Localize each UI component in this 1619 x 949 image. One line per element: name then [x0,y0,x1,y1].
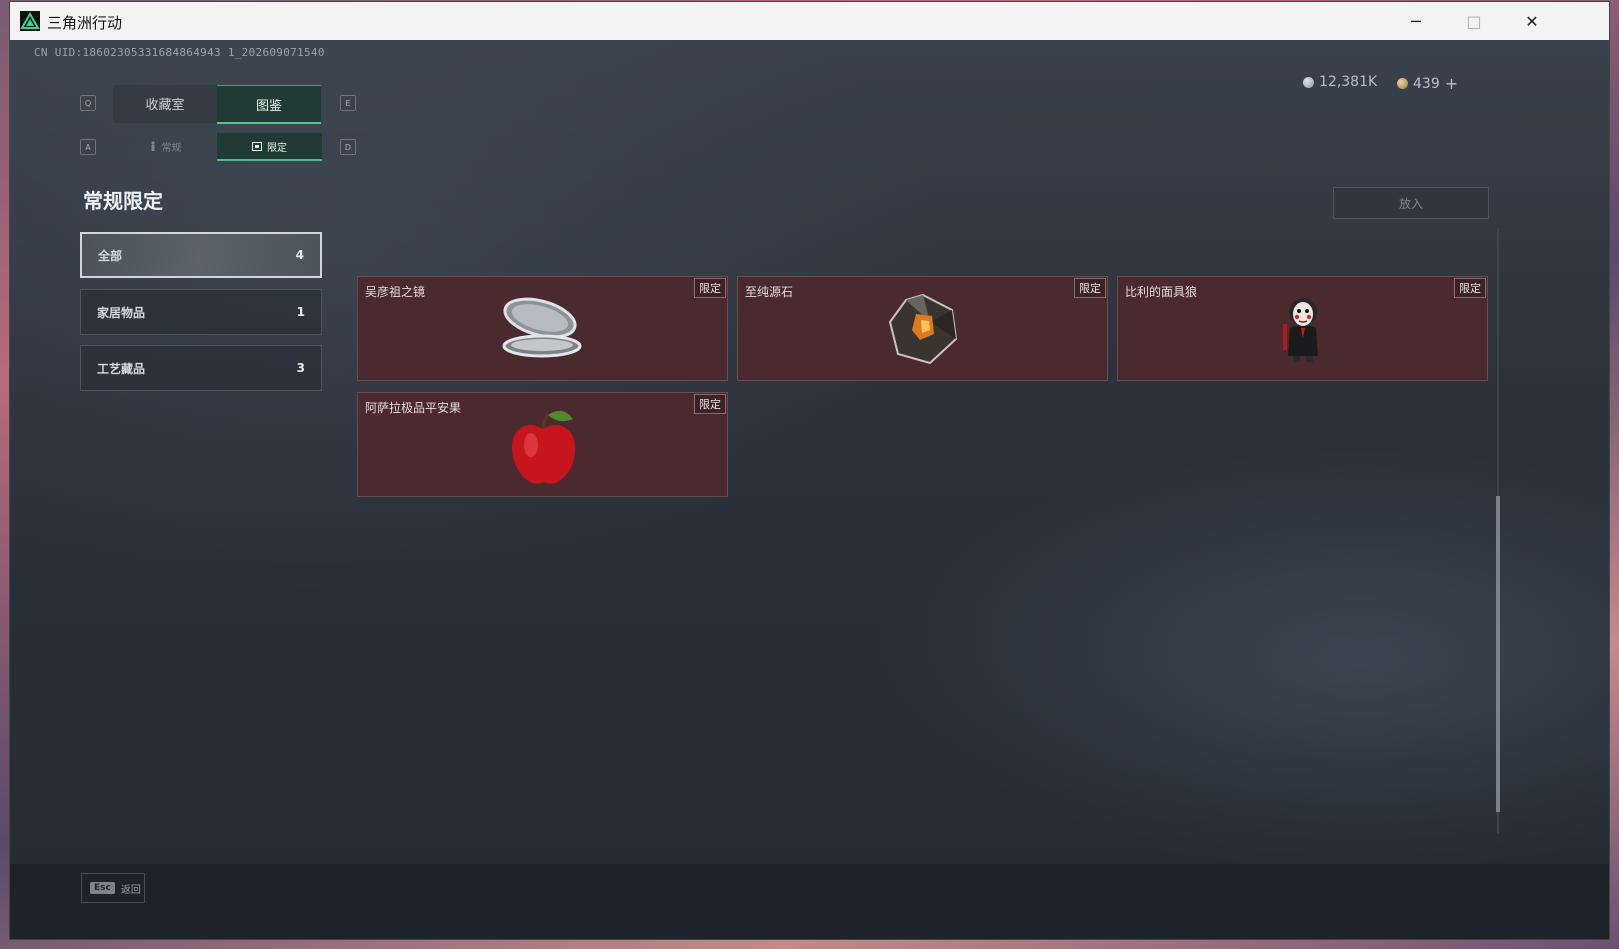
back-label: 返回 [120,884,141,896]
subtab-limited-label: 限定 [267,142,287,154]
key-hint-next-tab: E [340,95,356,111]
close-button[interactable]: ✕ [1503,2,1561,40]
category-crafts[interactable]: 工艺藏品 3 [80,345,322,391]
source-stone-icon [888,293,957,364]
section-title: 常规限定 [83,189,163,213]
maximize-button[interactable]: □ [1445,2,1503,40]
item-card[interactable]: 阿萨拉极品平安果 限定 [357,392,728,497]
put-in-button[interactable]: 放入 [1333,187,1489,219]
category-count: 3 [296,361,305,375]
key-hint-prev-sub: A [80,139,96,155]
add-currency-button[interactable]: + [1445,74,1458,93]
subtab-limited[interactable]: 限定 [217,133,322,161]
category-label: 全部 [98,248,123,263]
item-name: 吴彦祖之镜 [365,285,426,299]
limited-badge: 限定 [694,394,726,414]
category-household[interactable]: 家居物品 1 [80,289,322,335]
item-card[interactable]: 至纯源石 限定 [737,276,1108,381]
player-uid: CN UID:18602305331684864943 1_2026090715… [34,46,325,59]
category-count: 4 [295,248,304,262]
silver-currency: 12,381K [1303,74,1377,90]
title-bar: 三角洲行动 ─ □ ✕ [10,2,1609,40]
mask-doll-icon [1282,297,1318,362]
gold-amount: 439 [1413,75,1440,92]
category-count: 1 [296,305,305,319]
scrollbar-thumb[interactable] [1496,496,1500,812]
key-hint-next-sub: D [340,139,356,155]
gold-coin-icon [1397,78,1408,89]
main-content: CN UID:18602305331684864943 1_2026090715… [10,40,1609,939]
figure-icon [150,141,155,151]
limited-badge: 限定 [1074,278,1106,298]
tab-collection-room[interactable]: 收藏室 [113,85,217,123]
frame-icon [252,141,262,151]
category-label: 工艺藏品 [97,361,146,376]
app-window: 三角洲行动 ─ □ ✕ CN UID:18602305331684864943 … [10,2,1609,939]
limited-badge: 限定 [1454,278,1486,298]
silver-amount: 12,381K [1319,74,1378,90]
delta-force-logo-icon [20,11,40,31]
tab-codex[interactable]: 图鉴 [217,85,321,124]
apple-icon [511,410,575,484]
key-hint-prev-tab: Q [80,95,96,111]
window-title: 三角洲行动 [47,14,123,32]
item-card[interactable]: 比利的面具狼 限定 [1117,276,1488,381]
compact-mirror-icon [502,297,581,357]
category-all[interactable]: 全部 4 [80,232,322,278]
subtab-regular-label: 常规 [161,142,182,154]
back-button[interactable]: Esc 返回 [81,873,145,903]
limited-badge: 限定 [694,278,726,298]
item-name: 比利的面具狼 [1125,285,1198,299]
bottom-bar: Esc 返回 [10,864,1609,939]
item-card[interactable]: 吴彦祖之镜 限定 [357,276,728,381]
category-label: 家居物品 [97,305,146,320]
gold-currency: 439 + [1397,74,1458,93]
item-name: 阿萨拉极品平安果 [365,401,462,415]
item-name: 至纯源石 [745,285,794,299]
esc-key-hint: Esc [90,882,115,894]
subtab-regular[interactable]: 常规 [113,133,217,159]
minimize-button[interactable]: ─ [1387,2,1445,40]
silver-coin-icon [1303,76,1314,88]
